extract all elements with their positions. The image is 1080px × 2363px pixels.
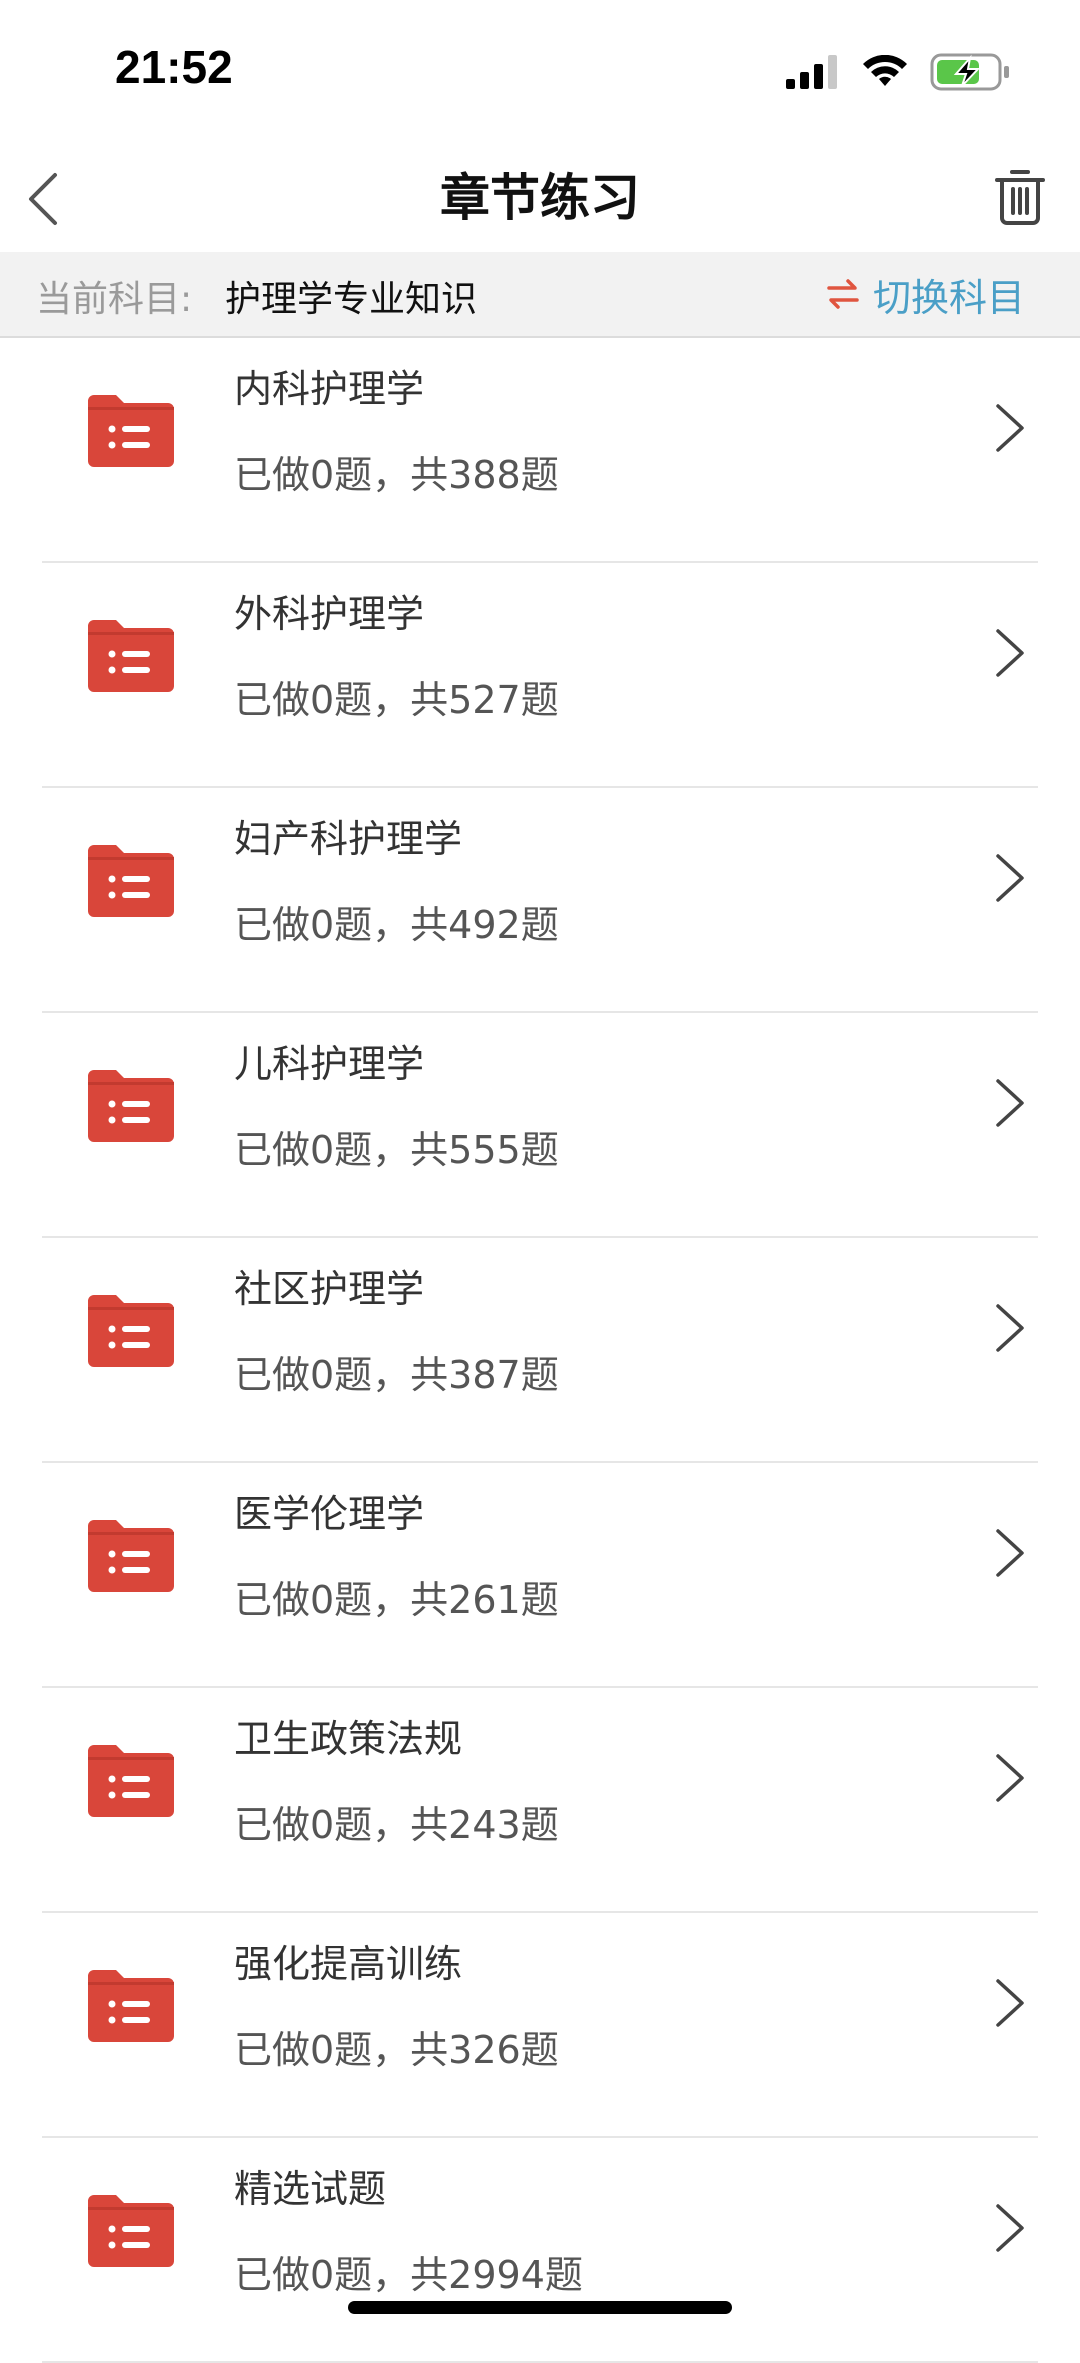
- nav-bar: 章节练习: [0, 140, 1080, 252]
- chapter-progress: 已做0题，共243题: [234, 1803, 559, 1847]
- chapter-list-item[interactable]: 外科护理学 已做0题，共527题: [0, 563, 1080, 788]
- chevron-right-icon: [996, 854, 1024, 902]
- chapter-title: 社区护理学: [234, 1267, 425, 1311]
- chapter-title: 妇产科护理学: [234, 817, 463, 861]
- status-bar: 21:52: [0, 0, 1080, 140]
- chapter-title: 强化提高训练: [234, 1942, 463, 1986]
- status-time: 21:52: [115, 41, 233, 93]
- chapter-list-item[interactable]: 医学伦理学 已做0题，共261题: [0, 1463, 1080, 1688]
- swap-arrows-icon: [827, 279, 859, 309]
- wifi-icon: [863, 55, 907, 86]
- folder-list-icon: [88, 1745, 174, 1817]
- chapter-title: 卫生政策法规: [234, 1717, 463, 1761]
- subject-label: 当前科目:: [36, 279, 193, 320]
- chevron-right-icon: [996, 1079, 1024, 1127]
- home-indicator[interactable]: [348, 2301, 732, 2314]
- chapter-title: 内科护理学: [234, 367, 425, 411]
- chapter-title: 外科护理学: [234, 592, 425, 636]
- current-subject-bar: 当前科目: 护理学专业知识 切换科目: [0, 252, 1080, 338]
- chapter-list: 内科护理学 已做0题，共388题 外科护理学 已做0题，共527题 妇产科护理学…: [0, 338, 1080, 2363]
- folder-list-icon: [88, 1520, 174, 1592]
- chapter-progress: 已做0题，共555题: [234, 1128, 559, 1172]
- chapter-progress: 已做0题，共261题: [234, 1578, 559, 1622]
- chapter-progress: 已做0题，共2994题: [234, 2253, 583, 2297]
- folder-list-icon: [88, 2195, 174, 2267]
- chapter-progress: 已做0题，共492题: [234, 903, 559, 947]
- chapter-list-item[interactable]: 妇产科护理学 已做0题，共492题: [0, 788, 1080, 1013]
- chapter-progress: 已做0题，共527题: [234, 678, 559, 722]
- chapter-title: 儿科护理学: [234, 1042, 425, 1086]
- switch-subject-button[interactable]: 切换科目: [827, 266, 1025, 322]
- folder-list-icon: [88, 845, 174, 917]
- folder-list-icon: [88, 1970, 174, 2042]
- chapter-progress: 已做0题，共326题: [234, 2028, 559, 2072]
- chapter-progress: 已做0题，共388题: [234, 453, 559, 497]
- chevron-right-icon: [996, 1754, 1024, 1802]
- chapter-list-item[interactable]: 强化提高训练 已做0题，共326题: [0, 1913, 1080, 2138]
- chapter-title: 精选试题: [234, 2167, 387, 2211]
- chapter-list-item[interactable]: 内科护理学 已做0题，共388题: [0, 338, 1080, 563]
- chevron-right-icon: [996, 1979, 1024, 2027]
- subject-value: 护理学专业知识: [225, 279, 478, 320]
- chapter-list-item[interactable]: 精选试题 已做0题，共2994题: [0, 2138, 1080, 2363]
- folder-list-icon: [88, 1295, 174, 1367]
- chapter-list-item[interactable]: 卫生政策法规 已做0题，共243题: [0, 1688, 1080, 1913]
- status-icons: [786, 50, 1010, 94]
- chevron-right-icon: [996, 629, 1024, 677]
- cellular-signal-icon: [786, 55, 837, 89]
- chevron-right-icon: [996, 1304, 1024, 1352]
- switch-subject-label: 切换科目: [872, 275, 1025, 320]
- page-title: 章节练习: [440, 169, 640, 227]
- chevron-right-icon: [996, 404, 1024, 452]
- delete-button[interactable]: [988, 162, 1052, 232]
- battery-charging-icon: [930, 53, 1009, 91]
- chevron-right-icon: [996, 2204, 1024, 2252]
- chapter-list-item[interactable]: 儿科护理学 已做0题，共555题: [0, 1013, 1080, 1238]
- chapter-title: 医学伦理学: [234, 1492, 425, 1536]
- folder-list-icon: [88, 1070, 174, 1142]
- folder-list-icon: [88, 620, 174, 692]
- trash-icon: [995, 170, 1045, 225]
- folder-list-icon: [88, 395, 174, 467]
- chapter-progress: 已做0题，共387题: [234, 1353, 559, 1397]
- chevron-right-icon: [996, 1529, 1024, 1577]
- chapter-list-item[interactable]: 社区护理学 已做0题，共387题: [0, 1238, 1080, 1463]
